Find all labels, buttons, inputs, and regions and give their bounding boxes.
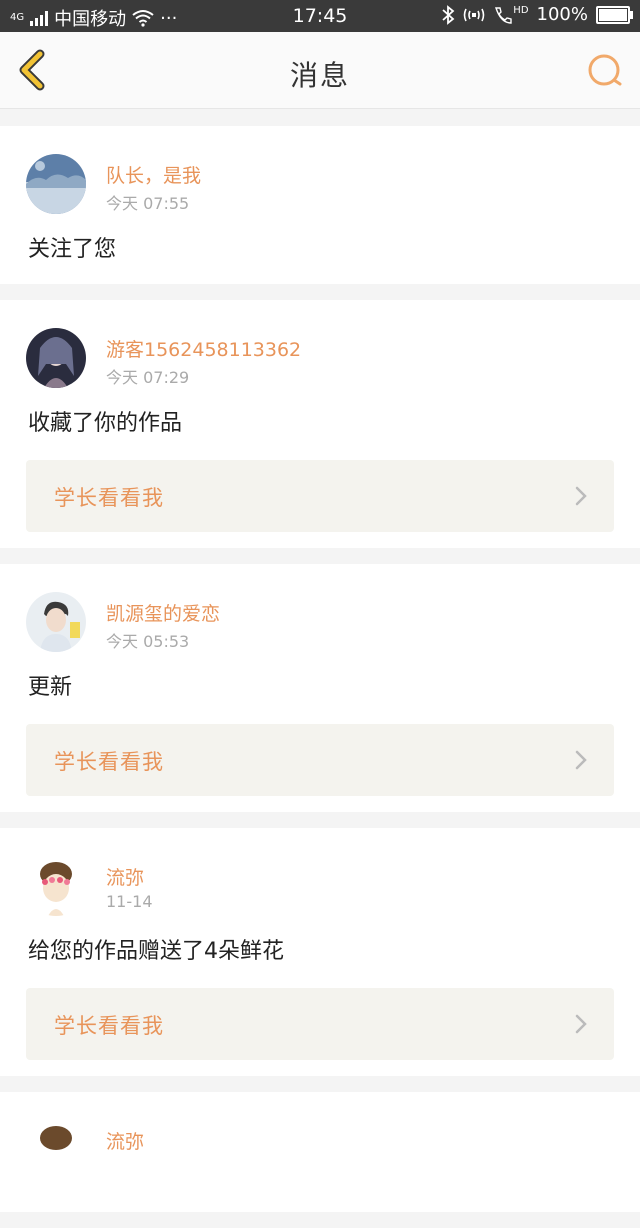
timestamp: 今天 07:29 xyxy=(106,368,190,387)
chevron-right-icon xyxy=(575,750,587,770)
message-text: 关注了您 xyxy=(28,237,117,262)
search-icon xyxy=(588,54,622,86)
navigation-bar: 消息 xyxy=(0,32,640,109)
message-header: 队长，是我 今天 07:55 xyxy=(0,126,640,230)
timestamp: 今天 05:53 xyxy=(106,632,190,651)
message-text: 收藏了你的作品 xyxy=(28,411,183,436)
search-button[interactable] xyxy=(584,50,628,94)
username[interactable]: 队长，是我 xyxy=(106,161,201,188)
avatar[interactable] xyxy=(26,1120,86,1180)
bluetooth-icon xyxy=(442,4,455,25)
message-text: 给您的作品赠送了4朵鲜花 xyxy=(28,939,284,964)
message-header: 凯源玺的爱恋 今天 05:53 xyxy=(0,564,640,668)
message-header: 流弥 11-14 xyxy=(0,828,640,932)
message-card: 队长，是我 今天 07:55 关注了您 xyxy=(0,126,640,284)
work-title: 学长看看我 xyxy=(54,486,164,510)
avatar[interactable] xyxy=(26,154,86,214)
message-card: 游客1562458113362 今天 07:29 收藏了你的作品 学长看看我 xyxy=(0,300,640,548)
work-link[interactable]: 学长看看我 xyxy=(26,460,614,532)
username[interactable]: 流弥 xyxy=(106,863,144,890)
message-card: 流弥 11-14 给您的作品赠送了4朵鲜花 学长看看我 xyxy=(0,828,640,1076)
message-card: 凯源玺的爱恋 今天 05:53 更新 学长看看我 xyxy=(0,564,640,812)
avatar[interactable] xyxy=(26,856,86,916)
message-card: 流弥 xyxy=(0,1092,640,1212)
timestamp: 11-14 xyxy=(106,892,153,911)
message-header: 流弥 xyxy=(0,1092,640,1196)
chevron-right-icon xyxy=(575,1014,587,1034)
chevron-right-icon xyxy=(575,486,587,506)
work-link[interactable]: 学长看看我 xyxy=(26,988,614,1060)
status-right: HD 100% xyxy=(441,4,633,25)
hd-label: HD xyxy=(513,5,529,16)
username[interactable]: 游客1562458113362 xyxy=(106,335,301,362)
battery-icon xyxy=(596,5,633,24)
battery-percent: 100% xyxy=(536,4,588,25)
hd-call-icon xyxy=(495,6,512,24)
work-link[interactable]: 学长看看我 xyxy=(26,724,614,796)
page-title: 消息 xyxy=(289,59,350,92)
nfc-icon xyxy=(463,8,485,21)
work-title: 学长看看我 xyxy=(54,750,164,774)
timestamp: 今天 07:55 xyxy=(106,194,190,213)
message-list: 队长，是我 今天 07:55 关注了您 游客1562458113362 今天 0… xyxy=(0,126,640,1228)
avatar[interactable] xyxy=(26,328,86,388)
message-text: 更新 xyxy=(28,675,73,700)
message-header: 游客1562458113362 今天 07:29 xyxy=(0,300,640,404)
username[interactable]: 流弥 xyxy=(106,1127,144,1154)
work-title: 学长看看我 xyxy=(54,1014,164,1038)
status-bar: 4G 中国移动 ··· 17:45 HD 100% xyxy=(0,0,640,32)
username[interactable]: 凯源玺的爱恋 xyxy=(106,599,220,626)
avatar[interactable] xyxy=(26,592,86,652)
